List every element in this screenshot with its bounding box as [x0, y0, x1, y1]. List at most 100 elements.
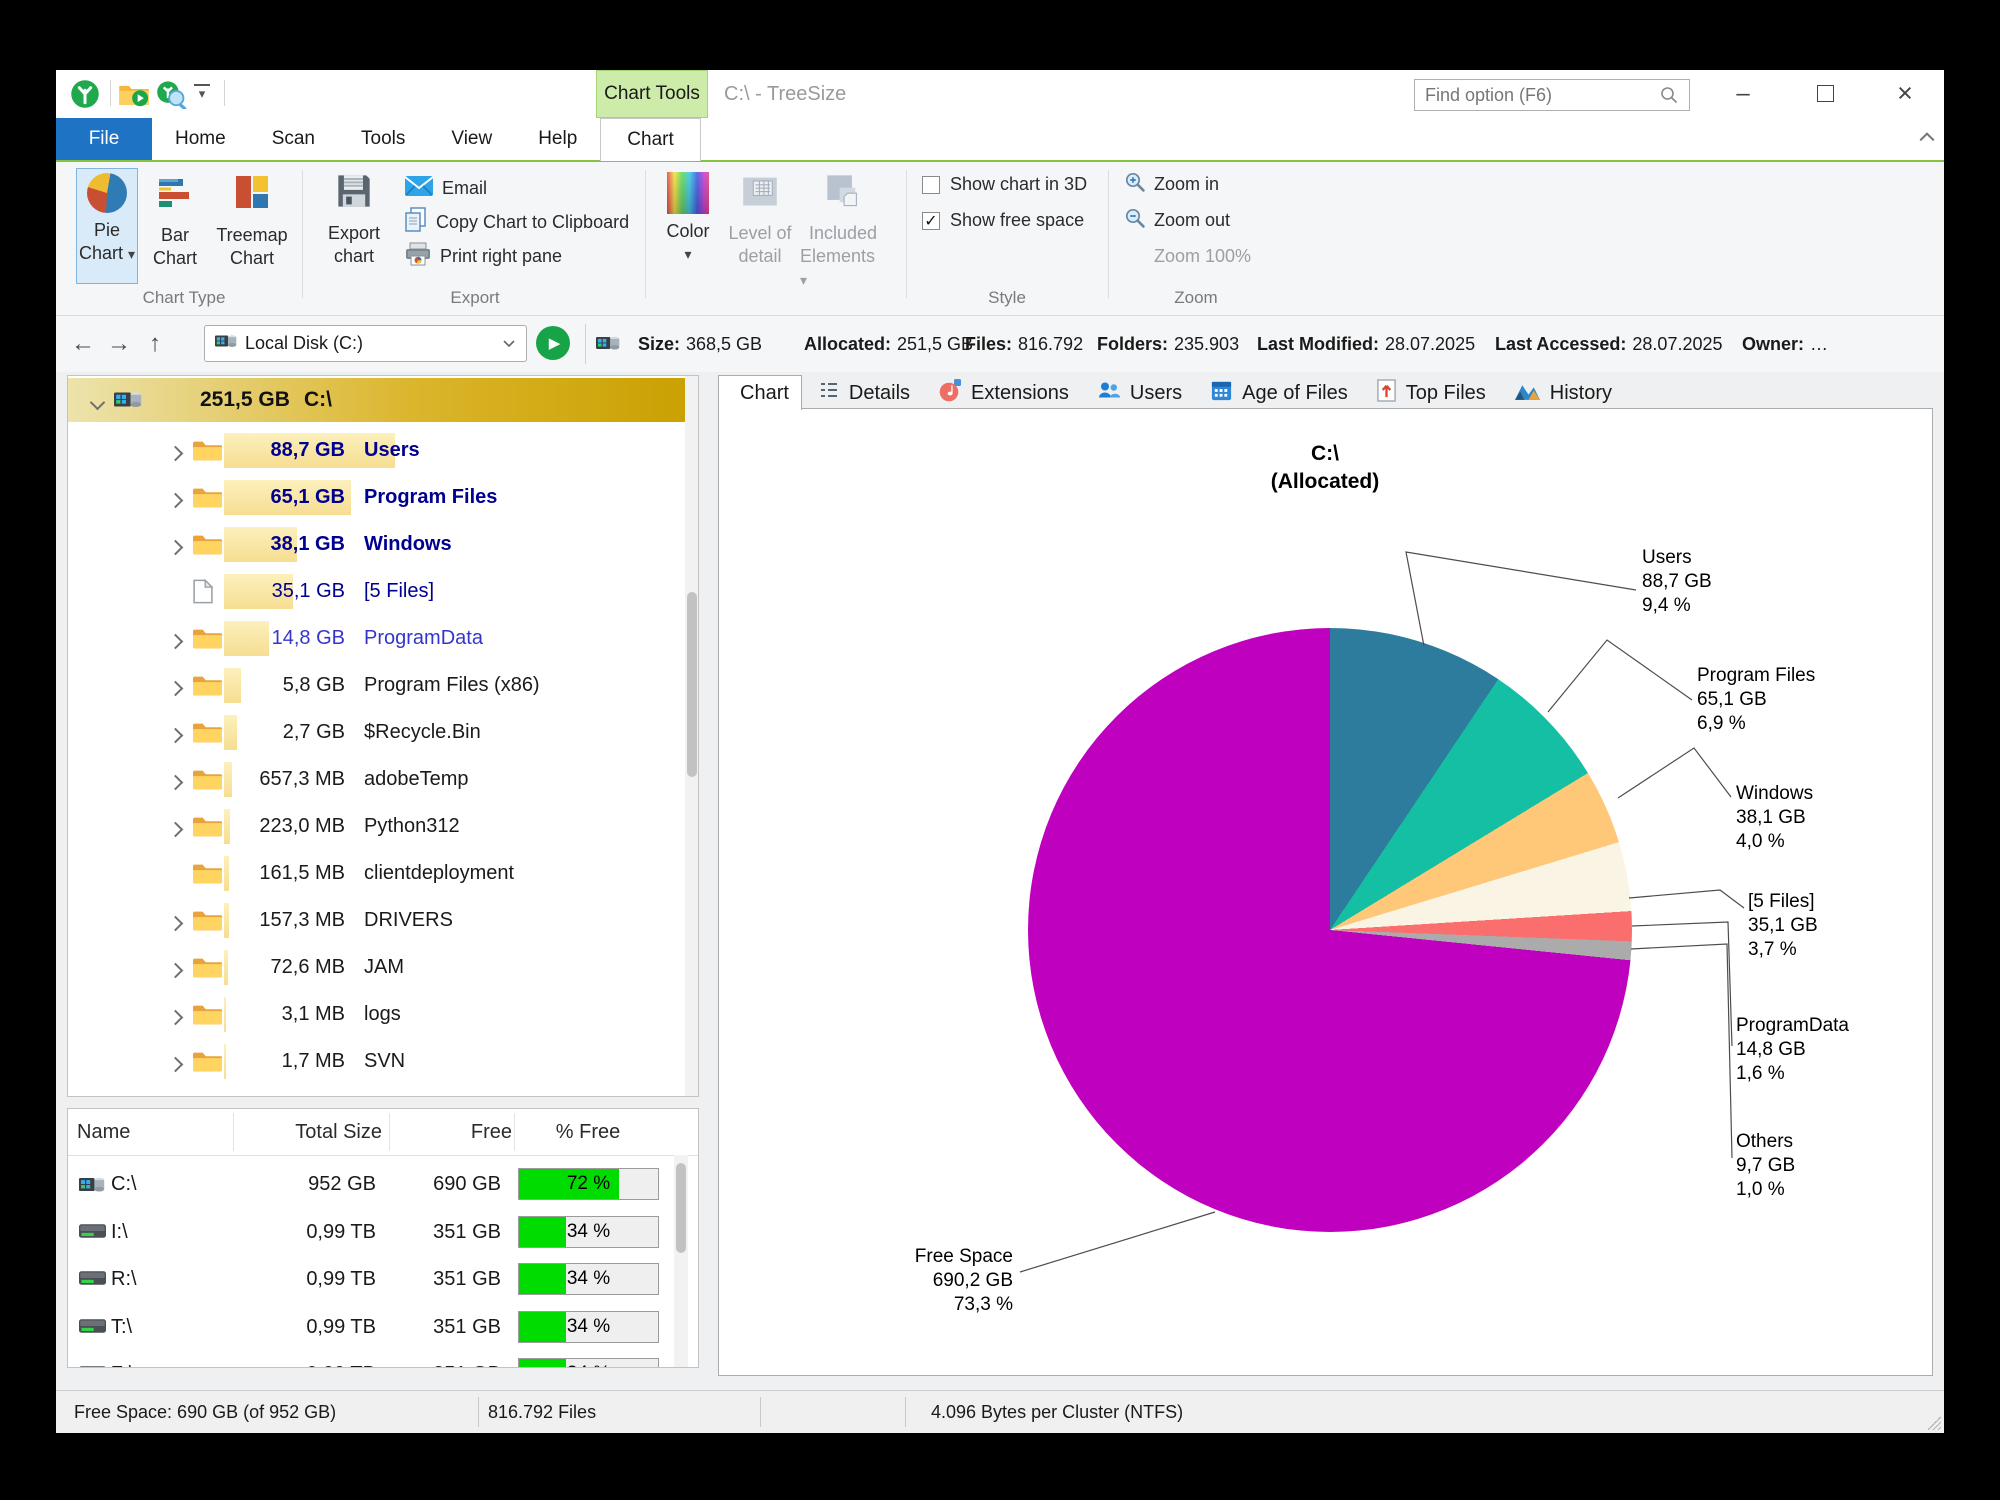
checkbox-3d-icon[interactable] — [922, 176, 940, 194]
tree-row[interactable]: 1,7 MBSVN — [68, 1038, 698, 1085]
scan-folder-icon[interactable] — [118, 81, 150, 113]
stat-size: Size:368,5 GB — [638, 316, 762, 372]
ribbon-tab-chart[interactable]: Chart — [600, 118, 700, 161]
color-icon — [667, 172, 709, 214]
print-right-pane-button[interactable]: Print right pane — [404, 242, 562, 270]
free-percent-bar: 34 % — [518, 1311, 659, 1343]
history-icon — [1514, 379, 1541, 408]
view-tab-top-files[interactable]: Top Files — [1364, 377, 1498, 409]
forward-arrow-icon[interactable]: → — [102, 316, 136, 372]
show-chart-3d-checkbox[interactable]: Show chart in 3D — [922, 174, 1087, 195]
col-total-size[interactable]: Total Size — [232, 1109, 382, 1155]
view-tab-extensions[interactable]: Extensions — [926, 377, 1081, 409]
free-percent-label: 34 % — [519, 1312, 658, 1342]
tree-scrollbar[interactable] — [685, 376, 699, 1097]
drive-row[interactable]: T:\0,99 TB351 GB34 % — [68, 1304, 698, 1351]
close-button[interactable]: × — [1876, 70, 1934, 117]
free-percent-bar: 34 % — [518, 1216, 659, 1248]
tree-scrollbar-thumb[interactable] — [687, 592, 697, 777]
view-tab-history[interactable]: History — [1502, 377, 1624, 409]
resize-grip[interactable] — [1927, 1416, 1941, 1430]
tree-item-size: 157,3 MB — [178, 897, 345, 944]
window-title: C:\ - TreeSize — [724, 70, 846, 118]
tree-row[interactable]: 2,7 GB$Recycle.Bin — [68, 709, 698, 756]
drive-name: R:\ — [111, 1256, 137, 1303]
drive-free: 351 GB — [401, 1256, 501, 1303]
minimize-button[interactable]: – — [1714, 70, 1772, 117]
chevron-down-icon[interactable] — [502, 339, 516, 348]
checkbox-free-space-icon[interactable]: ✓ — [922, 212, 940, 230]
ribbon-tab-view[interactable]: View — [428, 118, 515, 160]
ribbon-tab-help[interactable]: Help — [515, 118, 600, 160]
drive-table-header[interactable]: Name Total Size Free % Free — [68, 1109, 698, 1156]
ribbon-tab-home[interactable]: Home — [152, 118, 249, 160]
view-tab-users[interactable]: Users — [1085, 377, 1194, 409]
view-tab-age-of-files[interactable]: Age of Files — [1198, 377, 1360, 409]
drive-row[interactable]: C:\952 GB690 GB72 % — [68, 1161, 698, 1208]
find-option-input[interactable]: Find option (F6) — [1414, 79, 1690, 111]
tree-item-name: DRIVERS — [364, 897, 453, 944]
chevron-expanded-icon[interactable] — [92, 395, 103, 413]
location-combobox[interactable]: Local Disk (C:) — [204, 325, 527, 362]
contextual-tab-chart-tools[interactable]: Chart Tools — [596, 70, 708, 118]
col-pct-free[interactable]: % Free — [523, 1109, 653, 1155]
drive-icon — [596, 333, 620, 358]
drive-row[interactable]: I:\0,99 TB351 GB34 % — [68, 1209, 698, 1256]
maximize-button[interactable] — [1796, 70, 1854, 117]
view-tab-details[interactable]: Details — [806, 377, 922, 409]
bar-chart-button[interactable]: BarChart — [144, 168, 206, 284]
copy-chart-button[interactable]: Copy Chart to Clipboard — [404, 208, 629, 236]
drives-scrollbar[interactable] — [674, 1155, 688, 1368]
tree-row[interactable]: 5,8 GBProgram Files (x86) — [68, 662, 698, 709]
treemap-chart-button[interactable]: TreemapChart — [212, 168, 292, 284]
tree-item-size: 3,1 MB — [178, 991, 345, 1038]
pie-chart[interactable] — [1028, 628, 1632, 1232]
ribbon-tab-tools[interactable]: Tools — [338, 118, 428, 160]
pie-chart-button[interactable]: PieChart ▾ — [76, 168, 138, 284]
col-name[interactable]: Name — [77, 1109, 130, 1155]
status-cluster-size: 4.096 Bytes per Cluster (NTFS) — [931, 1391, 1183, 1433]
tree-row[interactable]: 38,1 GBWindows — [68, 521, 698, 568]
tree-row[interactable]: 657,3 MBadobeTemp — [68, 756, 698, 803]
start-scan-button[interactable]: ▶ — [536, 326, 570, 360]
tree-row[interactable]: 72,6 MBJAM — [68, 944, 698, 991]
drive-row[interactable]: Z:\0,99 TB351 GB34 % — [68, 1351, 698, 1368]
qat-dropdown-icon[interactable]: ▾ — [194, 84, 210, 101]
tree-row[interactable]: 223,0 MBPython312 — [68, 803, 698, 850]
tree-item-name: ProgramData — [364, 615, 483, 662]
back-arrow-icon[interactable]: ← — [66, 316, 100, 372]
group-label-zoom: Zoom — [1174, 288, 1217, 308]
drives-scrollbar-thumb[interactable] — [676, 1163, 686, 1253]
drive-icon — [79, 1222, 106, 1246]
tree-row[interactable]: 3,1 MBlogs — [68, 991, 698, 1038]
tree-row[interactable]: 161,5 MBclientdeployment — [68, 850, 698, 897]
col-free[interactable]: Free — [412, 1109, 512, 1155]
email-button[interactable]: Email — [404, 174, 487, 202]
view-tab-chart[interactable]: Chart — [718, 375, 802, 410]
zoom-in-button[interactable]: Zoom in — [1124, 170, 1219, 198]
tree-row[interactable]: 157,3 MB DRIVERS — [68, 897, 698, 944]
tree-row[interactable]: 14,8 GBProgramData — [68, 615, 698, 662]
drive-total: 952 GB — [226, 1161, 376, 1208]
show-free-space-checkbox[interactable]: ✓ Show free space — [922, 210, 1084, 231]
group-label-style: Style — [988, 288, 1026, 308]
search-app-icon[interactable] — [156, 80, 187, 114]
collapse-ribbon-icon[interactable] — [1918, 130, 1936, 148]
pie-label-5-files: [5 Files] 35,1 GB 3,7 % — [1748, 890, 1818, 962]
tree-row[interactable]: 35,1 GB[5 Files] — [68, 568, 698, 615]
export-chart-button[interactable]: Exportchart — [318, 168, 390, 284]
zoom-out-button[interactable]: Zoom out — [1124, 206, 1230, 234]
level-of-detail-button: Level ofdetail — [726, 168, 794, 284]
up-arrow-icon[interactable]: ↑ — [138, 316, 172, 372]
pie-label-users: Users 88,7 GB 9,4 % — [1642, 546, 1712, 618]
tree-root-row[interactable]: 251,5 GB C:\ — [68, 378, 698, 422]
tree-row[interactable]: 88,7 GBUsers — [68, 427, 698, 474]
tree-item-size: 5,8 GB — [178, 662, 345, 709]
address-bar: ← → ↑ Local Disk (C:) ▶ Size:368,5 GBAll… — [56, 316, 1944, 372]
drive-row[interactable]: R:\0,99 TB351 GB34 % — [68, 1256, 698, 1303]
tree-row[interactable]: 65,1 GBProgram Files — [68, 474, 698, 521]
ribbon-tab-scan[interactable]: Scan — [249, 118, 338, 160]
ribbon-tab-file[interactable]: File — [56, 118, 152, 160]
stat-folders: Folders:235.903 — [1097, 316, 1239, 372]
color-button[interactable]: Color▾ — [658, 168, 718, 284]
